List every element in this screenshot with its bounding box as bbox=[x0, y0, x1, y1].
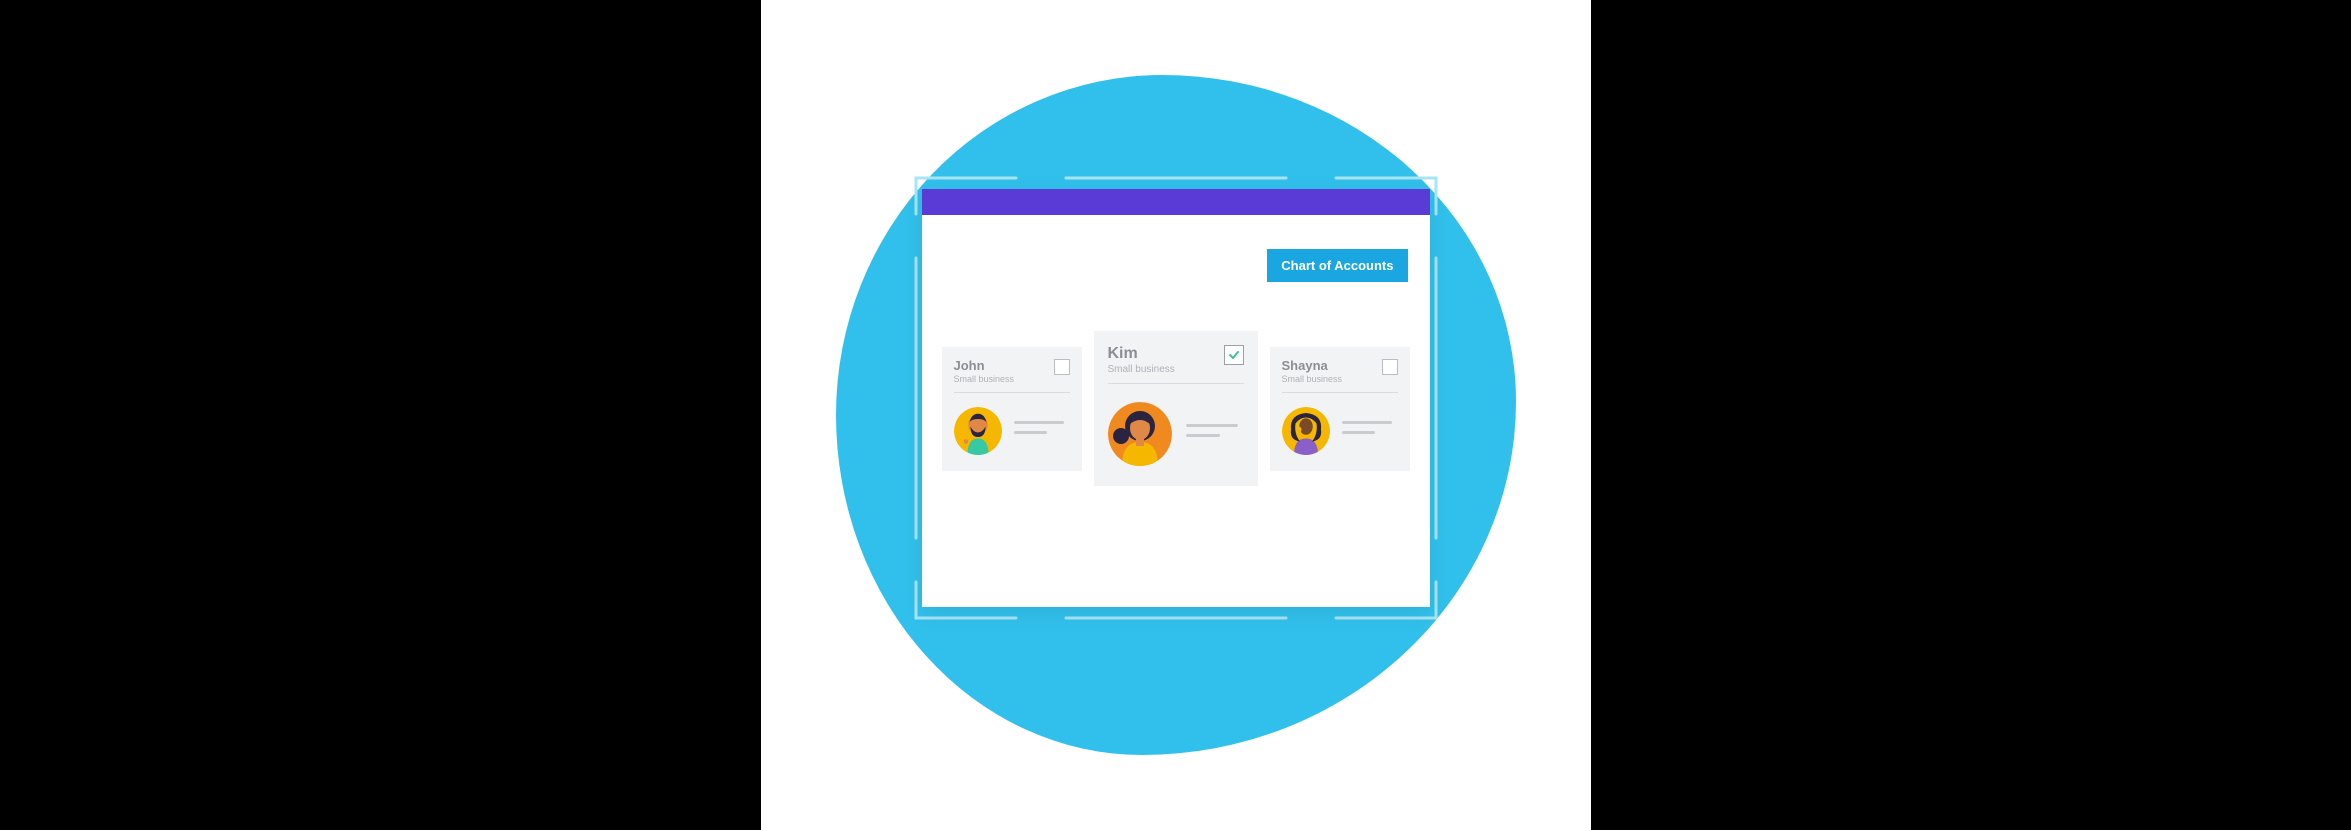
app-window: Chart of Accounts John Small business bbox=[922, 189, 1430, 607]
select-checkbox[interactable] bbox=[1054, 359, 1070, 375]
cards-row: John Small business bbox=[922, 331, 1430, 486]
client-name: Shayna bbox=[1282, 359, 1382, 373]
illustration-stage: Chart of Accounts John Small business bbox=[761, 0, 1591, 830]
avatar-female-curly-icon bbox=[1282, 407, 1330, 455]
client-card-john[interactable]: John Small business bbox=[942, 347, 1082, 471]
client-card-shayna[interactable]: Shayna Small business bbox=[1270, 347, 1410, 471]
client-subtitle: Small business bbox=[1282, 374, 1382, 384]
window-body: Chart of Accounts John Small business bbox=[922, 215, 1430, 607]
divider bbox=[954, 392, 1070, 393]
chart-of-accounts-button[interactable]: Chart of Accounts bbox=[1267, 249, 1407, 282]
placeholder-lines bbox=[1342, 421, 1398, 441]
avatar-male-beard-icon bbox=[954, 407, 1002, 455]
avatar-female-bun-icon bbox=[1108, 402, 1172, 466]
placeholder-lines bbox=[1014, 421, 1070, 441]
placeholder-lines bbox=[1186, 424, 1244, 444]
divider bbox=[1108, 383, 1244, 384]
window-titlebar bbox=[922, 189, 1430, 215]
select-checkbox[interactable] bbox=[1224, 345, 1244, 365]
divider bbox=[1282, 392, 1398, 393]
client-name: John bbox=[954, 359, 1054, 373]
client-name: Kim bbox=[1108, 345, 1224, 363]
select-checkbox[interactable] bbox=[1382, 359, 1398, 375]
client-subtitle: Small business bbox=[1108, 364, 1224, 375]
client-card-kim[interactable]: Kim Small business bbox=[1094, 331, 1258, 486]
client-subtitle: Small business bbox=[954, 374, 1054, 384]
